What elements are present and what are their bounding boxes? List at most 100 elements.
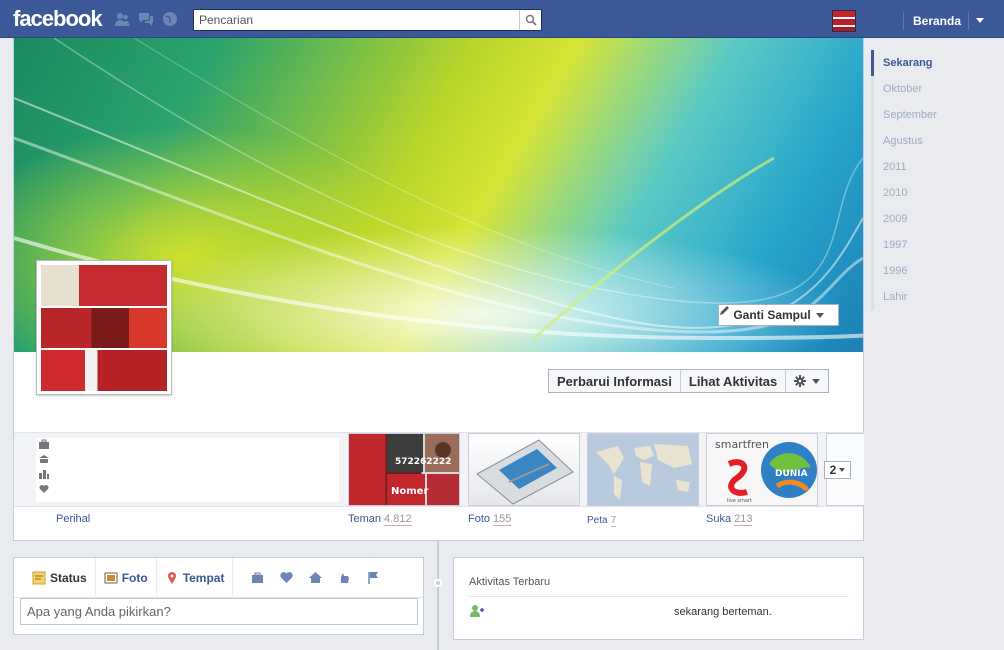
scrubber-item-now[interactable]: Sekarang (871, 50, 991, 76)
scrubber-item-2011[interactable]: 2011 (874, 154, 991, 180)
about-icons (39, 439, 49, 494)
search-input[interactable] (194, 10, 514, 30)
likes-tile-globe-text: DUNIA (775, 469, 808, 479)
composer-tab-label: Foto (121, 570, 148, 585)
header-divider (968, 12, 969, 30)
profile-tab-labels: Perihal Teman 4.812 Foto 155 Peta 7 Suka 213 (14, 513, 863, 533)
recent-activity-title: Aktivitas Terbaru (469, 576, 551, 588)
tab-friends[interactable]: Teman 4.812 (348, 513, 412, 526)
tab-count: 213 (734, 513, 753, 526)
top-bar: facebook Beranda (0, 0, 1004, 38)
home-icon[interactable] (309, 571, 323, 584)
info-strip: 572262222 Nomer smartfren live smart DUN… (14, 432, 864, 507)
friend-requests-icon[interactable] (113, 11, 131, 27)
map-pin-icon (167, 571, 176, 584)
photos-tile[interactable] (468, 433, 580, 506)
update-info-button[interactable]: Perbarui Informasi (549, 370, 681, 392)
profile-banner-top (41, 265, 167, 306)
more-apps-button[interactable]: 2 (824, 461, 851, 479)
header-divider (903, 12, 904, 30)
chevron-down-icon (812, 378, 821, 384)
scrubber-item-1996[interactable]: 1996 (874, 258, 991, 284)
scrubber-item-2009[interactable]: 2009 (874, 206, 991, 232)
likes-tile-tagline: live smart (727, 498, 752, 504)
tab-label: Suka (706, 513, 732, 525)
settings-menu-button[interactable] (786, 370, 828, 392)
change-cover-button[interactable]: Ganti Sampul (718, 304, 839, 326)
profile-banner-bottom (41, 350, 167, 392)
messages-icon[interactable] (137, 11, 155, 27)
tab-label: Peta (587, 515, 608, 526)
friends-icon (470, 605, 484, 617)
life-event-icons (233, 571, 380, 584)
status-input[interactable] (20, 598, 418, 625)
likes-tile[interactable]: smartfren live smart DUNIA (706, 433, 818, 506)
account-menu-arrow-icon[interactable] (976, 18, 984, 23)
scrubber-item-october[interactable]: Oktober (874, 76, 991, 102)
search-box (193, 9, 542, 31)
tab-count: 155 (493, 513, 512, 526)
search-button[interactable] (519, 10, 541, 30)
tab-label: Foto (468, 513, 491, 525)
likes-collage: smartfren live smart DUNIA (715, 438, 817, 504)
tab-count: 4.812 (384, 513, 412, 526)
health-hand-icon[interactable] (338, 571, 351, 584)
likes-tile-brand: smartfren (715, 438, 769, 451)
timeline-header-card: Ganti Sampul Perbarui Informasi Lihat Ak… (13, 38, 864, 541)
tab-about[interactable]: Perihal (56, 513, 90, 525)
city-icon (39, 470, 49, 479)
work-icon[interactable] (251, 571, 264, 584)
profile-picture[interactable] (36, 260, 172, 395)
flag-icon[interactable] (367, 571, 380, 584)
composer-tab-label: Status (50, 570, 87, 585)
scrubber-item-august[interactable]: Agustus (874, 128, 991, 154)
composer-tab-label: Tempat (182, 570, 225, 585)
map-tile[interactable] (587, 433, 699, 506)
tab-map[interactable]: Peta 7 (587, 515, 617, 527)
user-avatar[interactable] (832, 10, 856, 32)
view-activity-button[interactable]: Lihat Aktivitas (681, 370, 787, 392)
home-link[interactable]: Beranda (913, 14, 961, 28)
photo-phone-image (476, 439, 574, 505)
friends-tile[interactable]: 572262222 Nomer (348, 433, 460, 506)
profile-picture-image (41, 265, 167, 392)
friends-tile-word: Nomer (391, 486, 428, 497)
timeline-spine-dot[interactable] (434, 579, 442, 587)
tab-likes[interactable]: Suka 213 (706, 513, 753, 526)
tab-count: 7 (610, 515, 617, 527)
heart-icon (39, 485, 49, 493)
notification-jewels (113, 11, 179, 27)
tab-label: Perihal (56, 513, 91, 525)
composer-tab-status[interactable]: Status (24, 557, 96, 598)
recent-activity-box: Aktivitas Terbaru sekarang berteman. (453, 557, 864, 640)
activity-divider (469, 596, 849, 597)
composer-tab-photo[interactable]: Foto (96, 557, 157, 598)
composer-tab-place[interactable]: Tempat (157, 557, 234, 598)
notifications-globe-icon[interactable] (161, 11, 179, 27)
chevron-down-icon (815, 312, 824, 318)
tab-label: Teman (348, 513, 382, 525)
scrubber-item-september[interactable]: September (874, 102, 991, 128)
status-icon (32, 571, 46, 584)
scrubber-item-born[interactable]: Lahir (874, 284, 991, 310)
photo-icon (104, 572, 118, 583)
heart-icon[interactable] (280, 571, 294, 584)
timeline-scrubber: Sekarang Oktober September Agustus 2011 … (871, 50, 991, 310)
scrubber-item-2010[interactable]: 2010 (874, 180, 991, 206)
world-map-image (596, 444, 692, 500)
more-apps-count: 2 (829, 463, 837, 477)
gear-icon (794, 375, 807, 387)
chevron-down-icon (839, 468, 846, 472)
profile-banner-middle (41, 307, 167, 349)
pencil-icon (720, 306, 729, 315)
profile-actions: Perbarui Informasi Lihat Aktivitas (548, 369, 830, 393)
facebook-logo[interactable]: facebook (13, 6, 103, 32)
friends-tile-number: 572262222 (395, 457, 451, 467)
activity-item-text: sekarang berteman. (674, 606, 772, 618)
briefcase-icon (39, 439, 49, 449)
about-box[interactable] (36, 438, 339, 502)
timeline-spine (437, 541, 439, 650)
composer-tabs: Status Foto Tempat (14, 557, 423, 598)
tab-photos[interactable]: Foto 155 (468, 513, 512, 526)
scrubber-item-1997[interactable]: 1997 (874, 232, 991, 258)
